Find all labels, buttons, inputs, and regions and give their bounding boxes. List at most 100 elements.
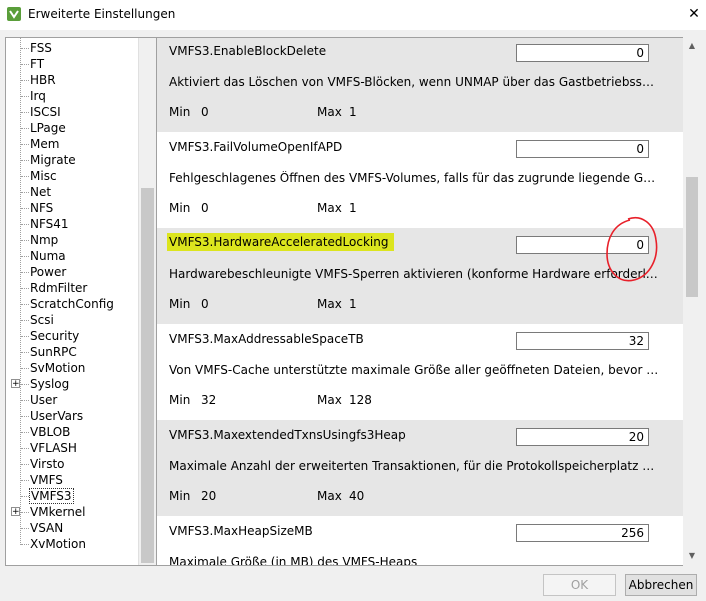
setting-value-input[interactable]: 0 xyxy=(516,236,649,254)
tree-item-security[interactable]: Security xyxy=(6,328,138,344)
tree-item-scratchconfig[interactable]: ScratchConfig xyxy=(6,296,138,312)
tree-connector xyxy=(21,224,29,225)
window-title: Erweiterte Einstellungen xyxy=(28,7,176,21)
tree-item-vmfs[interactable]: VMFS xyxy=(6,472,138,488)
max-label: Max xyxy=(317,201,342,215)
setting-value-input[interactable]: 20 xyxy=(516,428,649,446)
tree-connector xyxy=(21,432,29,433)
tree-item-label: VMFS xyxy=(30,473,63,487)
setting-description: Hardwarebeschleunigte VMFS-Sperren aktiv… xyxy=(169,267,659,281)
tree-connector xyxy=(21,528,29,529)
tree-item-numa[interactable]: Numa xyxy=(6,248,138,264)
tree-item-nmp[interactable]: Nmp xyxy=(6,232,138,248)
setting-description: Fehlgeschlagenes Öffnen des VMFS-Volumes… xyxy=(169,171,659,185)
tree-item-label: Virsto xyxy=(30,457,65,471)
tree-item-user[interactable]: User xyxy=(6,392,138,408)
tree-connector xyxy=(21,176,29,177)
tree-connector xyxy=(21,128,29,129)
tree-item-vflash[interactable]: VFLASH xyxy=(6,440,138,456)
tree-item-sunrpc[interactable]: SunRPC xyxy=(6,344,138,360)
tree-item-label: RdmFilter xyxy=(30,281,88,295)
tree-item-syslog[interactable]: + Syslog xyxy=(6,376,138,392)
setting-description: Maximale Größe (in MB) des VMFS-Heaps xyxy=(169,555,418,566)
max-label: Max xyxy=(317,393,342,407)
expand-icon[interactable]: + xyxy=(11,379,20,389)
setting-name: VMFS3.FailVolumeOpenIfAPD xyxy=(169,140,343,154)
tree-item-power[interactable]: Power xyxy=(6,264,138,280)
setting-value-input[interactable]: 0 xyxy=(516,140,649,158)
tree-item-net[interactable]: Net xyxy=(6,184,138,200)
tree-item-iscsi[interactable]: ISCSI xyxy=(6,104,138,120)
tree-item-vblob[interactable]: VBLOB xyxy=(6,424,138,440)
tree-item-rdmfilter[interactable]: RdmFilter xyxy=(6,280,138,296)
setting-name: VMFS3.EnableBlockDelete xyxy=(169,44,327,58)
close-icon[interactable]: ✕ xyxy=(682,0,706,30)
tree-item-mem[interactable]: Mem xyxy=(6,136,138,152)
tree-item-label: SunRPC xyxy=(30,345,77,359)
tree-connector xyxy=(21,240,29,241)
tree-connector xyxy=(21,512,29,513)
max-label: Max xyxy=(317,105,342,119)
setting-value-input[interactable]: 0 xyxy=(516,44,649,62)
tree-item-xvmotion[interactable]: XvMotion xyxy=(6,536,138,552)
tree-item-migrate[interactable]: Migrate xyxy=(6,152,138,168)
tree-item-label: Syslog xyxy=(30,377,70,391)
tree-item-lpage[interactable]: LPage xyxy=(6,120,138,136)
tree-item-label: Migrate xyxy=(30,153,76,167)
setting-row: VMFS3.MaxAddressableSpaceTB 32 Von VMFS-Ca… xyxy=(157,324,683,420)
tree-item-scsi[interactable]: Scsi xyxy=(6,312,138,328)
title-bar: Erweiterte Einstellungen ✕ xyxy=(0,0,706,30)
tree-item-label: FT xyxy=(30,57,45,71)
tree-item-label: VMkernel xyxy=(30,505,86,519)
settings-scrollbar[interactable]: ▲ ▼ xyxy=(683,37,701,564)
tree-connector xyxy=(21,480,29,481)
setting-value-input[interactable]: 256 xyxy=(516,524,649,542)
min-value: 0 xyxy=(201,201,209,215)
settings-scrollbar-thumb[interactable] xyxy=(686,177,698,297)
tree-connector xyxy=(21,400,29,401)
tree-item-nfs41[interactable]: NFS41 xyxy=(6,216,138,232)
tree-scrollbar-thumb[interactable] xyxy=(141,188,154,563)
max-value: 40 xyxy=(349,489,365,503)
min-value: 0 xyxy=(201,105,209,119)
tree-item-vsan[interactable]: VSAN xyxy=(6,520,138,536)
tree-connector xyxy=(21,160,29,161)
tree-connector xyxy=(21,496,29,497)
tree-item-misc[interactable]: Misc xyxy=(6,168,138,184)
tree-item-label: VFLASH xyxy=(30,441,77,455)
cancel-button[interactable]: Abbrechen xyxy=(625,574,697,596)
ok-button[interactable]: OK xyxy=(543,574,616,596)
tree-item-ft[interactable]: FT xyxy=(6,56,138,72)
tree-item-virsto[interactable]: Virsto xyxy=(6,456,138,472)
tree-scrollbar[interactable] xyxy=(138,38,156,565)
tree-item-label: Misc xyxy=(30,169,57,183)
tree-item-label: FSS xyxy=(30,41,52,55)
tree-item-nfs[interactable]: NFS xyxy=(6,200,138,216)
setting-value-input[interactable]: 32 xyxy=(516,332,649,350)
setting-name: VMFS3.MaxHeapSizeMB xyxy=(169,524,313,538)
tree-item-svmotion[interactable]: SvMotion xyxy=(6,360,138,376)
tree-item-hbr[interactable]: HBR xyxy=(6,72,138,88)
tree-item-label: UserVars xyxy=(30,409,84,423)
setting-row: VMFS3.HardwareAcceleratedLocking 0 Hardwar… xyxy=(157,228,683,324)
tree-item-label: User xyxy=(30,393,58,407)
tree-item-label: Irq xyxy=(30,89,46,103)
min-value: 32 xyxy=(201,393,217,407)
setting-row: VMFS3.MaxextendedTxnsUsingfs3Heap 20 Maxim… xyxy=(157,420,683,516)
scroll-down-icon[interactable]: ▼ xyxy=(683,547,701,564)
tree-connector xyxy=(21,416,29,417)
scroll-up-icon[interactable]: ▲ xyxy=(683,37,701,54)
tree-item-vmfs3[interactable]: VMFS3 xyxy=(6,488,138,504)
setting-description: Von VMFS-Cache unterstützte maximale Grö… xyxy=(169,363,659,377)
expand-icon[interactable]: + xyxy=(11,507,20,517)
tree-item-vmkernel[interactable]: + VMkernel xyxy=(6,504,138,520)
setting-row: VMFS3.MaxHeapSizeMB 256 Maximale Größe (in… xyxy=(157,516,683,566)
category-tree[interactable]: FSS FT HBR Irq ISCSI LPage Mem Migrate Misc Net NF… xyxy=(5,37,157,566)
setting-name: VMFS3.HardwareAcceleratedLocking xyxy=(167,233,395,251)
tree-item-irq[interactable]: Irq xyxy=(6,88,138,104)
tree-item-uservars[interactable]: UserVars xyxy=(6,408,138,424)
tree-item-label: VBLOB xyxy=(30,425,71,439)
max-label: Max xyxy=(317,297,342,311)
tree-item-fss[interactable]: FSS xyxy=(6,40,138,56)
tree-connector xyxy=(21,208,29,209)
